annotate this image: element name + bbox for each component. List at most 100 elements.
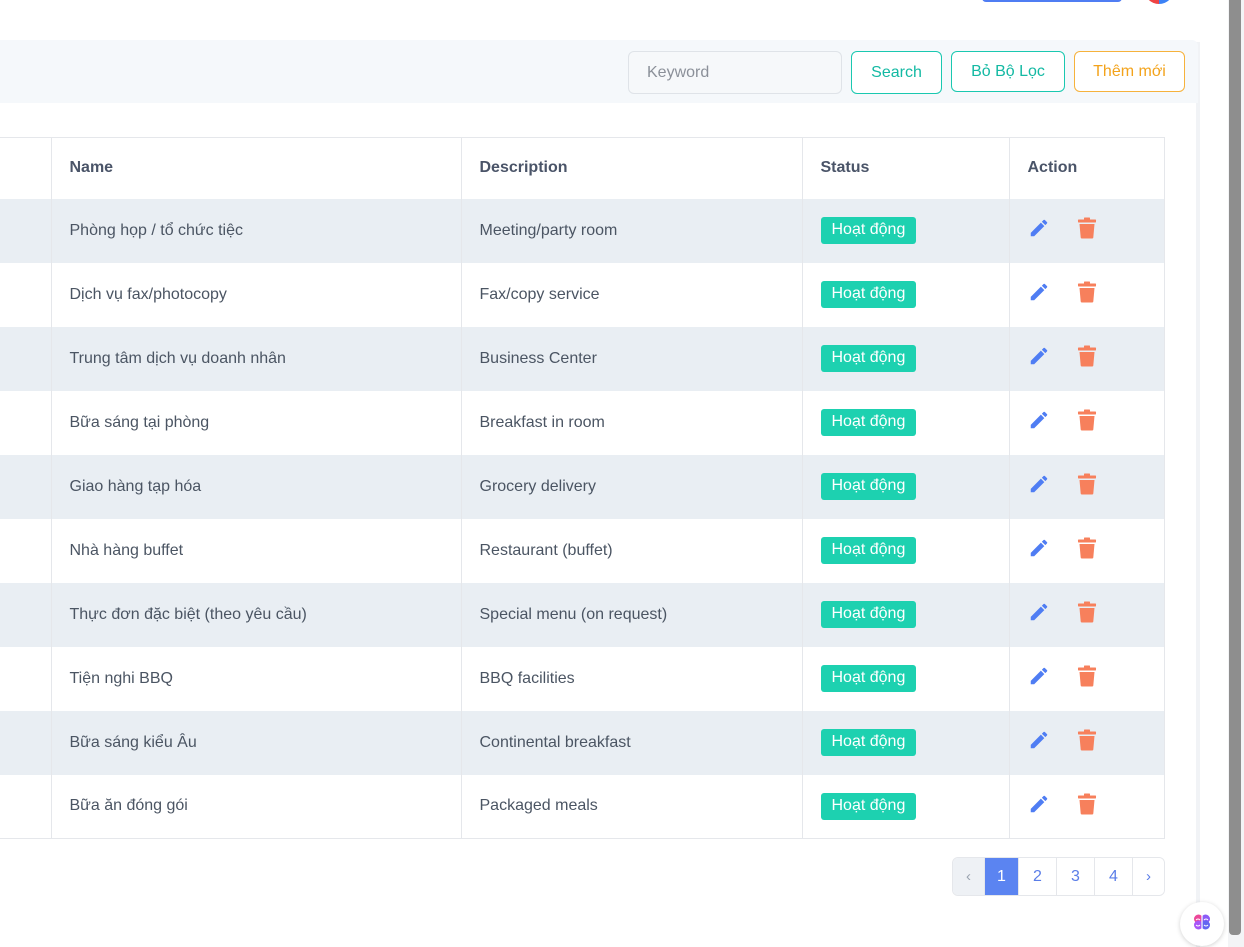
pencil-icon xyxy=(1028,665,1050,692)
delete-button[interactable] xyxy=(1076,409,1098,436)
edit-button[interactable] xyxy=(1028,537,1050,564)
keyword-input[interactable] xyxy=(628,51,842,94)
header-status[interactable]: Status xyxy=(802,137,1010,199)
delete-button[interactable] xyxy=(1076,281,1098,308)
delete-button[interactable] xyxy=(1076,345,1098,370)
add-new-button[interactable]: Thêm mới xyxy=(1074,51,1185,92)
cell-description: Breakfast in room xyxy=(461,390,803,455)
row-index-cell xyxy=(0,262,52,327)
status-badge: Hoạt động xyxy=(820,345,917,372)
delete-button[interactable] xyxy=(1076,729,1098,754)
cell-name: Bữa ăn đóng gói xyxy=(51,774,462,839)
row-actions xyxy=(1028,665,1164,692)
cell-status: Hoạt động xyxy=(802,774,1010,839)
table-row: Tiện nghi BBQ BBQ facilities Hoạt động xyxy=(0,646,1165,711)
cell-name: Trung tâm dịch vụ doanh nhân xyxy=(51,326,462,391)
edit-button[interactable] xyxy=(1028,281,1050,308)
assistant-widget-button[interactable] xyxy=(1180,902,1224,946)
row-actions xyxy=(1028,601,1164,626)
row-index-cell xyxy=(0,774,52,839)
cell-action xyxy=(1009,390,1165,455)
status-badge: Hoạt động xyxy=(820,281,917,308)
header-name[interactable]: Name xyxy=(51,137,462,199)
trash-icon xyxy=(1077,409,1097,436)
cell-description: Continental breakfast xyxy=(461,710,803,775)
avatar[interactable] xyxy=(1144,0,1174,4)
cell-name: Thực đơn đặc biệt (theo yêu cầu) xyxy=(51,582,462,647)
row-actions xyxy=(1028,409,1164,436)
cell-description: Meeting/party room xyxy=(461,198,803,263)
edit-button[interactable] xyxy=(1028,603,1050,626)
cell-action xyxy=(1009,262,1165,327)
pagination-prev-button[interactable]: ‹ xyxy=(953,858,985,895)
pagination-page-2[interactable]: 2 xyxy=(1019,858,1057,895)
header-cell-index xyxy=(0,137,52,199)
row-index-cell xyxy=(0,646,52,711)
cell-status: Hoạt động xyxy=(802,518,1010,583)
delete-button[interactable] xyxy=(1076,793,1098,820)
pagination-page-3[interactable]: 3 xyxy=(1057,858,1095,895)
cell-description: Fax/copy service xyxy=(461,262,803,327)
row-index-cell xyxy=(0,582,52,647)
scrollbar-thumb[interactable] xyxy=(1229,0,1241,935)
cell-status: Hoạt động xyxy=(802,326,1010,391)
row-actions xyxy=(1028,729,1164,754)
cell-name: Tiện nghi BBQ xyxy=(51,646,462,711)
cell-description: Packaged meals xyxy=(461,774,803,839)
table-row: Dịch vụ fax/photocopy Fax/copy service Hoạ… xyxy=(0,262,1165,327)
status-badge: Hoạt động xyxy=(820,792,917,820)
clear-filter-button[interactable]: Bỏ Bộ Lọc xyxy=(951,51,1065,92)
edit-button[interactable] xyxy=(1028,217,1050,244)
cell-action xyxy=(1009,326,1165,391)
pencil-icon xyxy=(1028,217,1050,244)
cell-status: Hoạt động xyxy=(802,454,1010,519)
pencil-icon xyxy=(1028,281,1050,308)
pencil-icon xyxy=(1028,537,1050,564)
delete-button[interactable] xyxy=(1076,473,1098,500)
trash-icon xyxy=(1077,665,1097,692)
cell-status: Hoạt động xyxy=(802,646,1010,711)
pagination-page-1[interactable]: 1 xyxy=(985,858,1019,895)
cell-status: Hoạt động xyxy=(802,710,1010,775)
cell-name: Phòng họp / tổ chức tiệc xyxy=(51,198,462,263)
delete-button[interactable] xyxy=(1076,217,1098,242)
row-actions xyxy=(1028,217,1164,244)
status-badge: Hoạt động xyxy=(820,217,917,244)
brain-icon xyxy=(1190,910,1214,939)
header-button[interactable] xyxy=(982,0,1122,2)
pencil-icon xyxy=(1028,345,1050,372)
row-index-cell xyxy=(0,454,52,519)
delete-button[interactable] xyxy=(1076,537,1098,562)
cell-action xyxy=(1009,710,1165,775)
pencil-icon xyxy=(1028,409,1050,436)
search-button[interactable]: Search xyxy=(851,51,942,94)
cell-status: Hoạt động xyxy=(802,262,1010,327)
trash-icon xyxy=(1077,281,1097,308)
delete-button[interactable] xyxy=(1076,601,1098,626)
table-row: Nhà hàng buffet Restaurant (buffet) Hoạt đ… xyxy=(0,518,1165,583)
edit-button[interactable] xyxy=(1028,345,1050,372)
edit-button[interactable] xyxy=(1028,795,1050,817)
row-actions xyxy=(1028,345,1164,372)
pencil-icon xyxy=(1028,793,1050,820)
trash-icon xyxy=(1077,793,1097,820)
cell-description: BBQ facilities xyxy=(461,646,803,711)
edit-button[interactable] xyxy=(1028,731,1050,754)
header-description[interactable]: Description xyxy=(461,137,803,199)
header-action: Action xyxy=(1009,137,1165,199)
edit-button[interactable] xyxy=(1028,409,1050,436)
pagination-next-button[interactable]: › xyxy=(1133,858,1164,895)
edit-button[interactable] xyxy=(1028,665,1050,692)
cell-action xyxy=(1009,198,1165,263)
table-header-row: Name Description Status Action xyxy=(0,137,1165,199)
page: Search Bỏ Bộ Lọc Thêm mới Name Descripti… xyxy=(0,0,1244,947)
delete-button[interactable] xyxy=(1076,665,1098,692)
table-row: Phòng họp / tổ chức tiệc Meeting/party ro… xyxy=(0,198,1165,263)
cell-status: Hoạt động xyxy=(802,582,1010,647)
cell-description: Special menu (on request) xyxy=(461,582,803,647)
cell-name: Bữa sáng tại phòng xyxy=(51,390,462,455)
pagination-page-4[interactable]: 4 xyxy=(1095,858,1133,895)
edit-button[interactable] xyxy=(1028,475,1050,498)
status-badge: Hoạt động xyxy=(820,537,917,564)
trash-icon xyxy=(1077,473,1097,500)
